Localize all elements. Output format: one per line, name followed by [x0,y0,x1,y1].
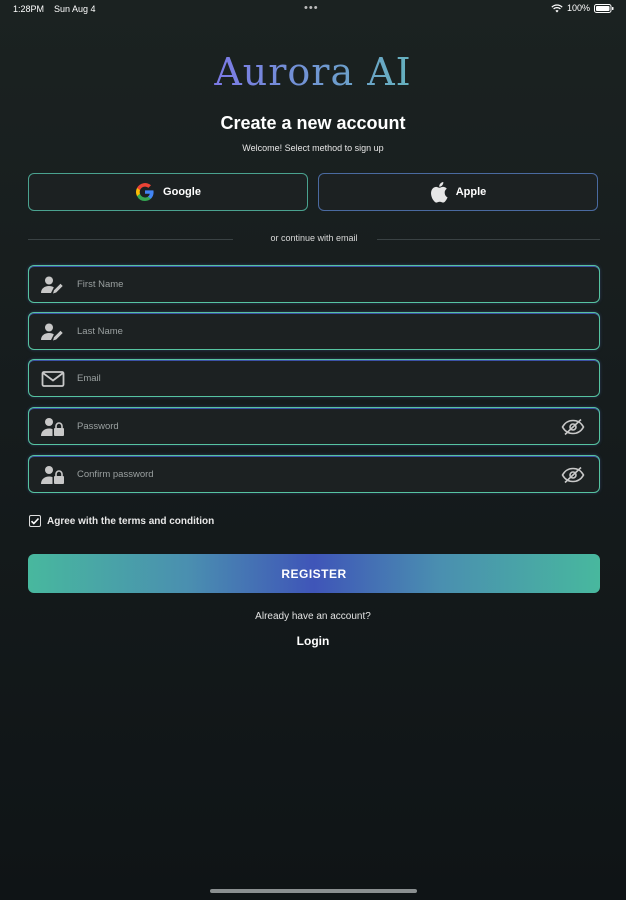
password-field[interactable] [28,407,600,445]
terms-checkbox[interactable] [29,515,41,527]
user-lock-icon [41,417,65,437]
first-name-input[interactable] [77,266,557,302]
divider-text: or continue with email [270,233,358,243]
register-button[interactable]: REGISTER [28,554,600,593]
google-logo-icon [135,182,155,202]
google-label: Google [163,186,201,198]
user-edit-icon [41,322,65,342]
multitasking-dots-icon[interactable]: ••• [304,2,319,14]
battery-percent: 100% [566,3,590,13]
home-indicator[interactable] [210,889,417,893]
status-bar: 1:28PM Sun Aug 4 ••• 100% [0,0,626,18]
confirm-password-field[interactable] [28,455,600,493]
have-account-text: Already have an account? [255,611,371,622]
user-lock-icon [41,465,65,485]
status-time: 1:28PM [13,4,45,14]
terms-label: Agree with the terms and condition [47,515,215,527]
user-edit-icon [41,275,65,295]
google-signup-button[interactable]: Google [28,173,308,211]
eye-off-icon[interactable] [561,418,585,436]
last-name-input[interactable] [77,313,557,349]
checkmark-icon [30,517,40,525]
email-field[interactable] [28,359,600,397]
divider-line-right [377,239,600,240]
status-date: Sun Aug 4 [54,4,96,14]
apple-signup-button[interactable]: Apple [318,173,598,211]
eye-off-icon[interactable] [561,466,585,484]
status-indicators: 100% [551,3,614,13]
apple-logo-icon [430,181,448,203]
mail-icon [41,369,65,389]
first-name-field[interactable] [28,265,600,303]
page-title: Create a new account [220,113,406,133]
battery-icon [594,3,614,13]
last-name-field[interactable] [28,312,600,350]
apple-label: Apple [455,186,487,198]
terms-row[interactable]: Agree with the terms and condition [29,515,214,527]
confirm-password-input[interactable] [77,456,557,492]
divider: or continue with email [28,232,600,246]
wifi-icon [551,3,563,13]
password-input[interactable] [77,408,557,444]
app-logo: Aurora AI [0,50,626,94]
email-input[interactable] [77,360,557,396]
login-link[interactable]: Login [0,634,626,648]
register-screen: 1:28PM Sun Aug 4 ••• 100% Aurora AI Crea… [0,0,626,900]
page-subtitle: Welcome! Select method to sign up [242,143,384,153]
